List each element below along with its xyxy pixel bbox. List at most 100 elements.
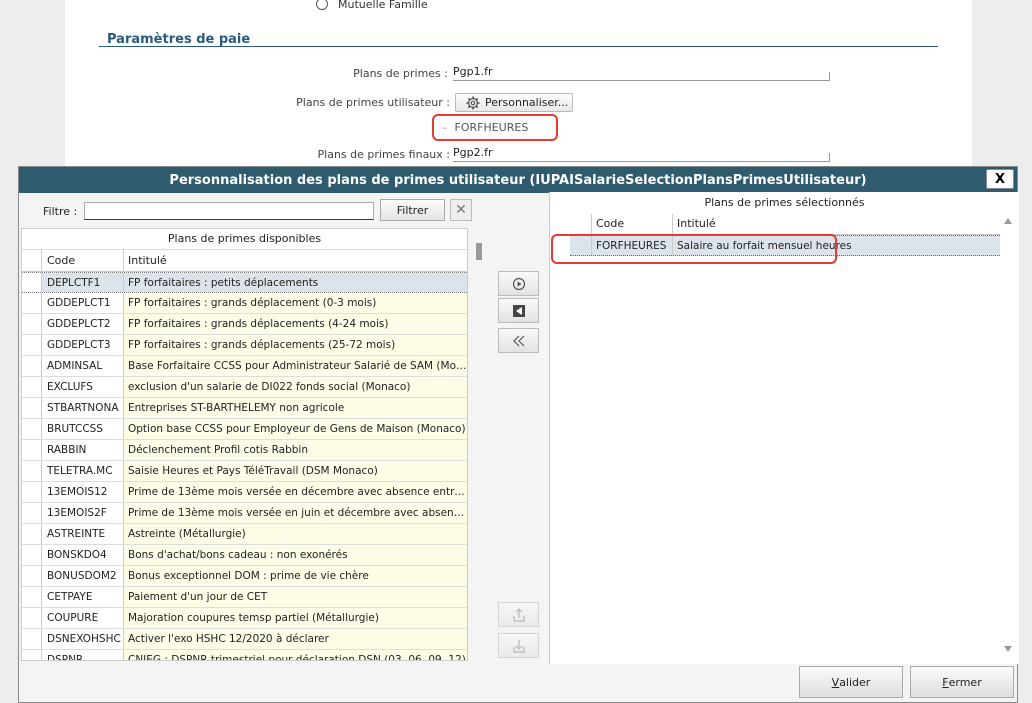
available-list: DEPLCTF1 FP forfaitaires : petits déplace… — [22, 272, 467, 660]
plans-primes-field[interactable]: Pgp1.fr — [453, 65, 830, 81]
row-gutter — [22, 650, 42, 660]
table-row[interactable]: EXCLUFS exclusion d'un salarie de DI022 f… — [22, 377, 467, 398]
table-row[interactable]: DSNEXOHSHC Activer l'exo HSHC 12/2020 à d… — [22, 629, 467, 650]
table-row[interactable]: BRUTCCSS Option base CCSS pour Employeur … — [22, 419, 467, 440]
forfheures-tag: – FORFHEURES — [432, 114, 558, 141]
cell-intitule: FP forfaitaires : petits déplacements — [124, 273, 467, 292]
add-button[interactable] — [498, 271, 539, 296]
personnaliser-button[interactable]: Personnaliser... — [455, 93, 573, 112]
table-row[interactable]: GDDEPLCT3 FP forfaitaires : grands déplac… — [22, 335, 467, 356]
table-row[interactable]: ADMINSAL Base Forfaitaire CCSS pour Admin… — [22, 356, 467, 377]
table-row[interactable]: RABBIN Déclenchement Profil cotis Rabbin — [22, 440, 467, 461]
table-row[interactable]: 13EMOIS2F Prime de 13ème mois versée en j… — [22, 503, 467, 524]
close-button[interactable]: X — [986, 169, 1014, 189]
cell-intitule: FP forfaitaires : grands déplacement (0-… — [124, 293, 467, 313]
table-row[interactable]: DSPNR CNIEG : DSPNR trimestriel pour décl… — [22, 650, 467, 660]
filter-input[interactable] — [84, 202, 374, 220]
header-gutter — [22, 250, 42, 271]
row-gutter — [22, 587, 42, 607]
fermer-button[interactable]: Fermer — [910, 666, 1014, 698]
row-gutter — [22, 440, 42, 460]
cell-intitule: Saisie Heures et Pays TéléTravail (DSM M… — [124, 461, 467, 481]
cell-code: COUPURE — [42, 608, 124, 628]
valider-accel: V — [831, 675, 840, 689]
table-row[interactable]: 13EMOIS12 Prime de 13ème mois versée en d… — [22, 482, 467, 503]
cell-intitule: Base Forfaitaire CCSS pour Administrateu… — [124, 356, 467, 376]
right-scrollbar[interactable] — [1002, 214, 1016, 660]
cell-code: DSNEXOHSHC — [42, 629, 124, 649]
cell-code: GDDEPLCT2 — [42, 314, 124, 334]
radio-circle-icon[interactable] — [316, 0, 328, 10]
cell-code: CETPAYE — [42, 587, 124, 607]
available-list-header: Code Intitulé — [22, 250, 467, 272]
remove-button[interactable] — [498, 298, 539, 323]
cell-code: GDDEPLCT3 — [42, 335, 124, 355]
dash-icon: – — [442, 121, 448, 134]
row-gutter — [22, 545, 42, 565]
cell-code: BONUSDOM2 — [42, 566, 124, 586]
filtrer-button[interactable]: Filtrer — [380, 199, 445, 221]
table-row[interactable]: GDDEPLCT2 FP forfaitaires : grands déplac… — [22, 314, 467, 335]
available-plans-caption: Plans de primes disponibles — [22, 229, 467, 250]
valider-label: alider — [839, 675, 871, 689]
cell-intitule: Majoration coupures temsp partiel (Métal… — [124, 608, 467, 628]
row-gutter — [22, 503, 42, 523]
scroll-up-icon[interactable] — [1004, 218, 1012, 224]
table-row[interactable]: BONSKDO4 Bons d'achat/bons cadeau : non e… — [22, 545, 467, 566]
dialog-title: Personnalisation des plans de primes uti… — [19, 167, 1017, 193]
available-plans-panel: Plans de primes disponibles Code Intitul… — [21, 228, 468, 661]
radio-label: Mutuelle Famille — [338, 0, 428, 11]
double-chevron-left-icon — [512, 335, 524, 346]
row-gutter — [22, 314, 42, 334]
table-row[interactable]: COUPURE Majoration coupures temsp partiel… — [22, 608, 467, 629]
remove-all-button[interactable] — [498, 328, 539, 353]
column-header-intitule[interactable]: Intitulé — [124, 250, 467, 271]
table-row[interactable]: GDDEPLCT1 FP forfaitaires : grands déplac… — [22, 293, 467, 314]
import-icon — [512, 639, 525, 653]
table-row[interactable]: DEPLCTF1 FP forfaitaires : petits déplace… — [22, 272, 467, 293]
cell-intitule: Bonus exceptionnel DOM : prime de vie ch… — [124, 566, 467, 586]
import-button[interactable] — [498, 633, 539, 658]
table-row[interactable]: STBARTNONA Entreprises ST-BARTHELEMY non … — [22, 398, 467, 419]
row-gutter — [22, 629, 42, 649]
export-button[interactable] — [498, 602, 539, 627]
fermer-label: ermer — [948, 675, 982, 689]
cell-code: DSPNR — [42, 650, 124, 660]
plans-primes-utilisateur-label: Plans de primes utilisateur : — [296, 96, 450, 109]
cell-intitule: CNIEG : DSPNR trimestriel pour déclarati… — [124, 650, 467, 660]
column-header-code[interactable]: Code — [592, 214, 673, 234]
row-gutter — [22, 566, 42, 586]
clear-filter-icon[interactable]: ✕ — [450, 199, 472, 221]
plans-primes-finaux-field[interactable]: Pgp2.fr — [453, 146, 830, 162]
valider-button[interactable]: Valider — [799, 666, 903, 698]
column-header-intitule[interactable]: Intitulé — [673, 214, 1000, 234]
selected-plans-caption: Plans de primes sélectionnés — [704, 196, 865, 209]
column-header-code[interactable]: Code — [42, 250, 124, 271]
personnaliser-label: Personnaliser... — [485, 96, 569, 109]
scroll-down-icon[interactable] — [1004, 646, 1012, 652]
row-gutter — [22, 608, 42, 628]
selected-list-header: Code Intitulé — [570, 214, 1000, 235]
table-row[interactable]: TELETRA.MC Saisie Heures et Pays TéléTra… — [22, 461, 467, 482]
row-gutter — [22, 293, 42, 313]
table-row[interactable]: CETPAYE Paiement d'un jour de CET — [22, 587, 467, 608]
table-row[interactable]: ASTREINTE Astreinte (Métallurgie) — [22, 524, 467, 545]
cell-intitule: FP forfaitaires : grands déplacements (2… — [124, 335, 467, 355]
personnalisation-dialog: Personnalisation des plans de primes uti… — [18, 166, 1019, 703]
cell-code: 13EMOIS12 — [42, 482, 124, 502]
cell-intitule: Entreprises ST-BARTHELEMY non agricole — [124, 398, 467, 418]
row-gutter — [22, 273, 42, 292]
row-gutter — [22, 356, 42, 376]
table-row[interactable]: BONUSDOM2 Bonus exceptionnel DOM : prime … — [22, 566, 467, 587]
mutuelle-famille-radio[interactable]: Mutuelle Famille — [316, 0, 428, 14]
row-gutter — [22, 524, 42, 544]
cell-code: BONSKDO4 — [42, 545, 124, 565]
cell-intitule: FP forfaitaires : grands déplacements (4… — [124, 314, 467, 334]
cell-intitule: Activer l'exo HSHC 12/2020 à déclarer — [124, 629, 467, 649]
cell-code: DEPLCTF1 — [42, 273, 124, 292]
left-scrollbar-thumb[interactable] — [476, 243, 482, 260]
cell-intitule: Paiement d'un jour de CET — [124, 587, 467, 607]
section-divider — [99, 46, 938, 47]
cell-intitule: Prime de 13ème mois versée en juin et dé… — [124, 503, 467, 523]
play-circle-icon — [512, 277, 525, 290]
